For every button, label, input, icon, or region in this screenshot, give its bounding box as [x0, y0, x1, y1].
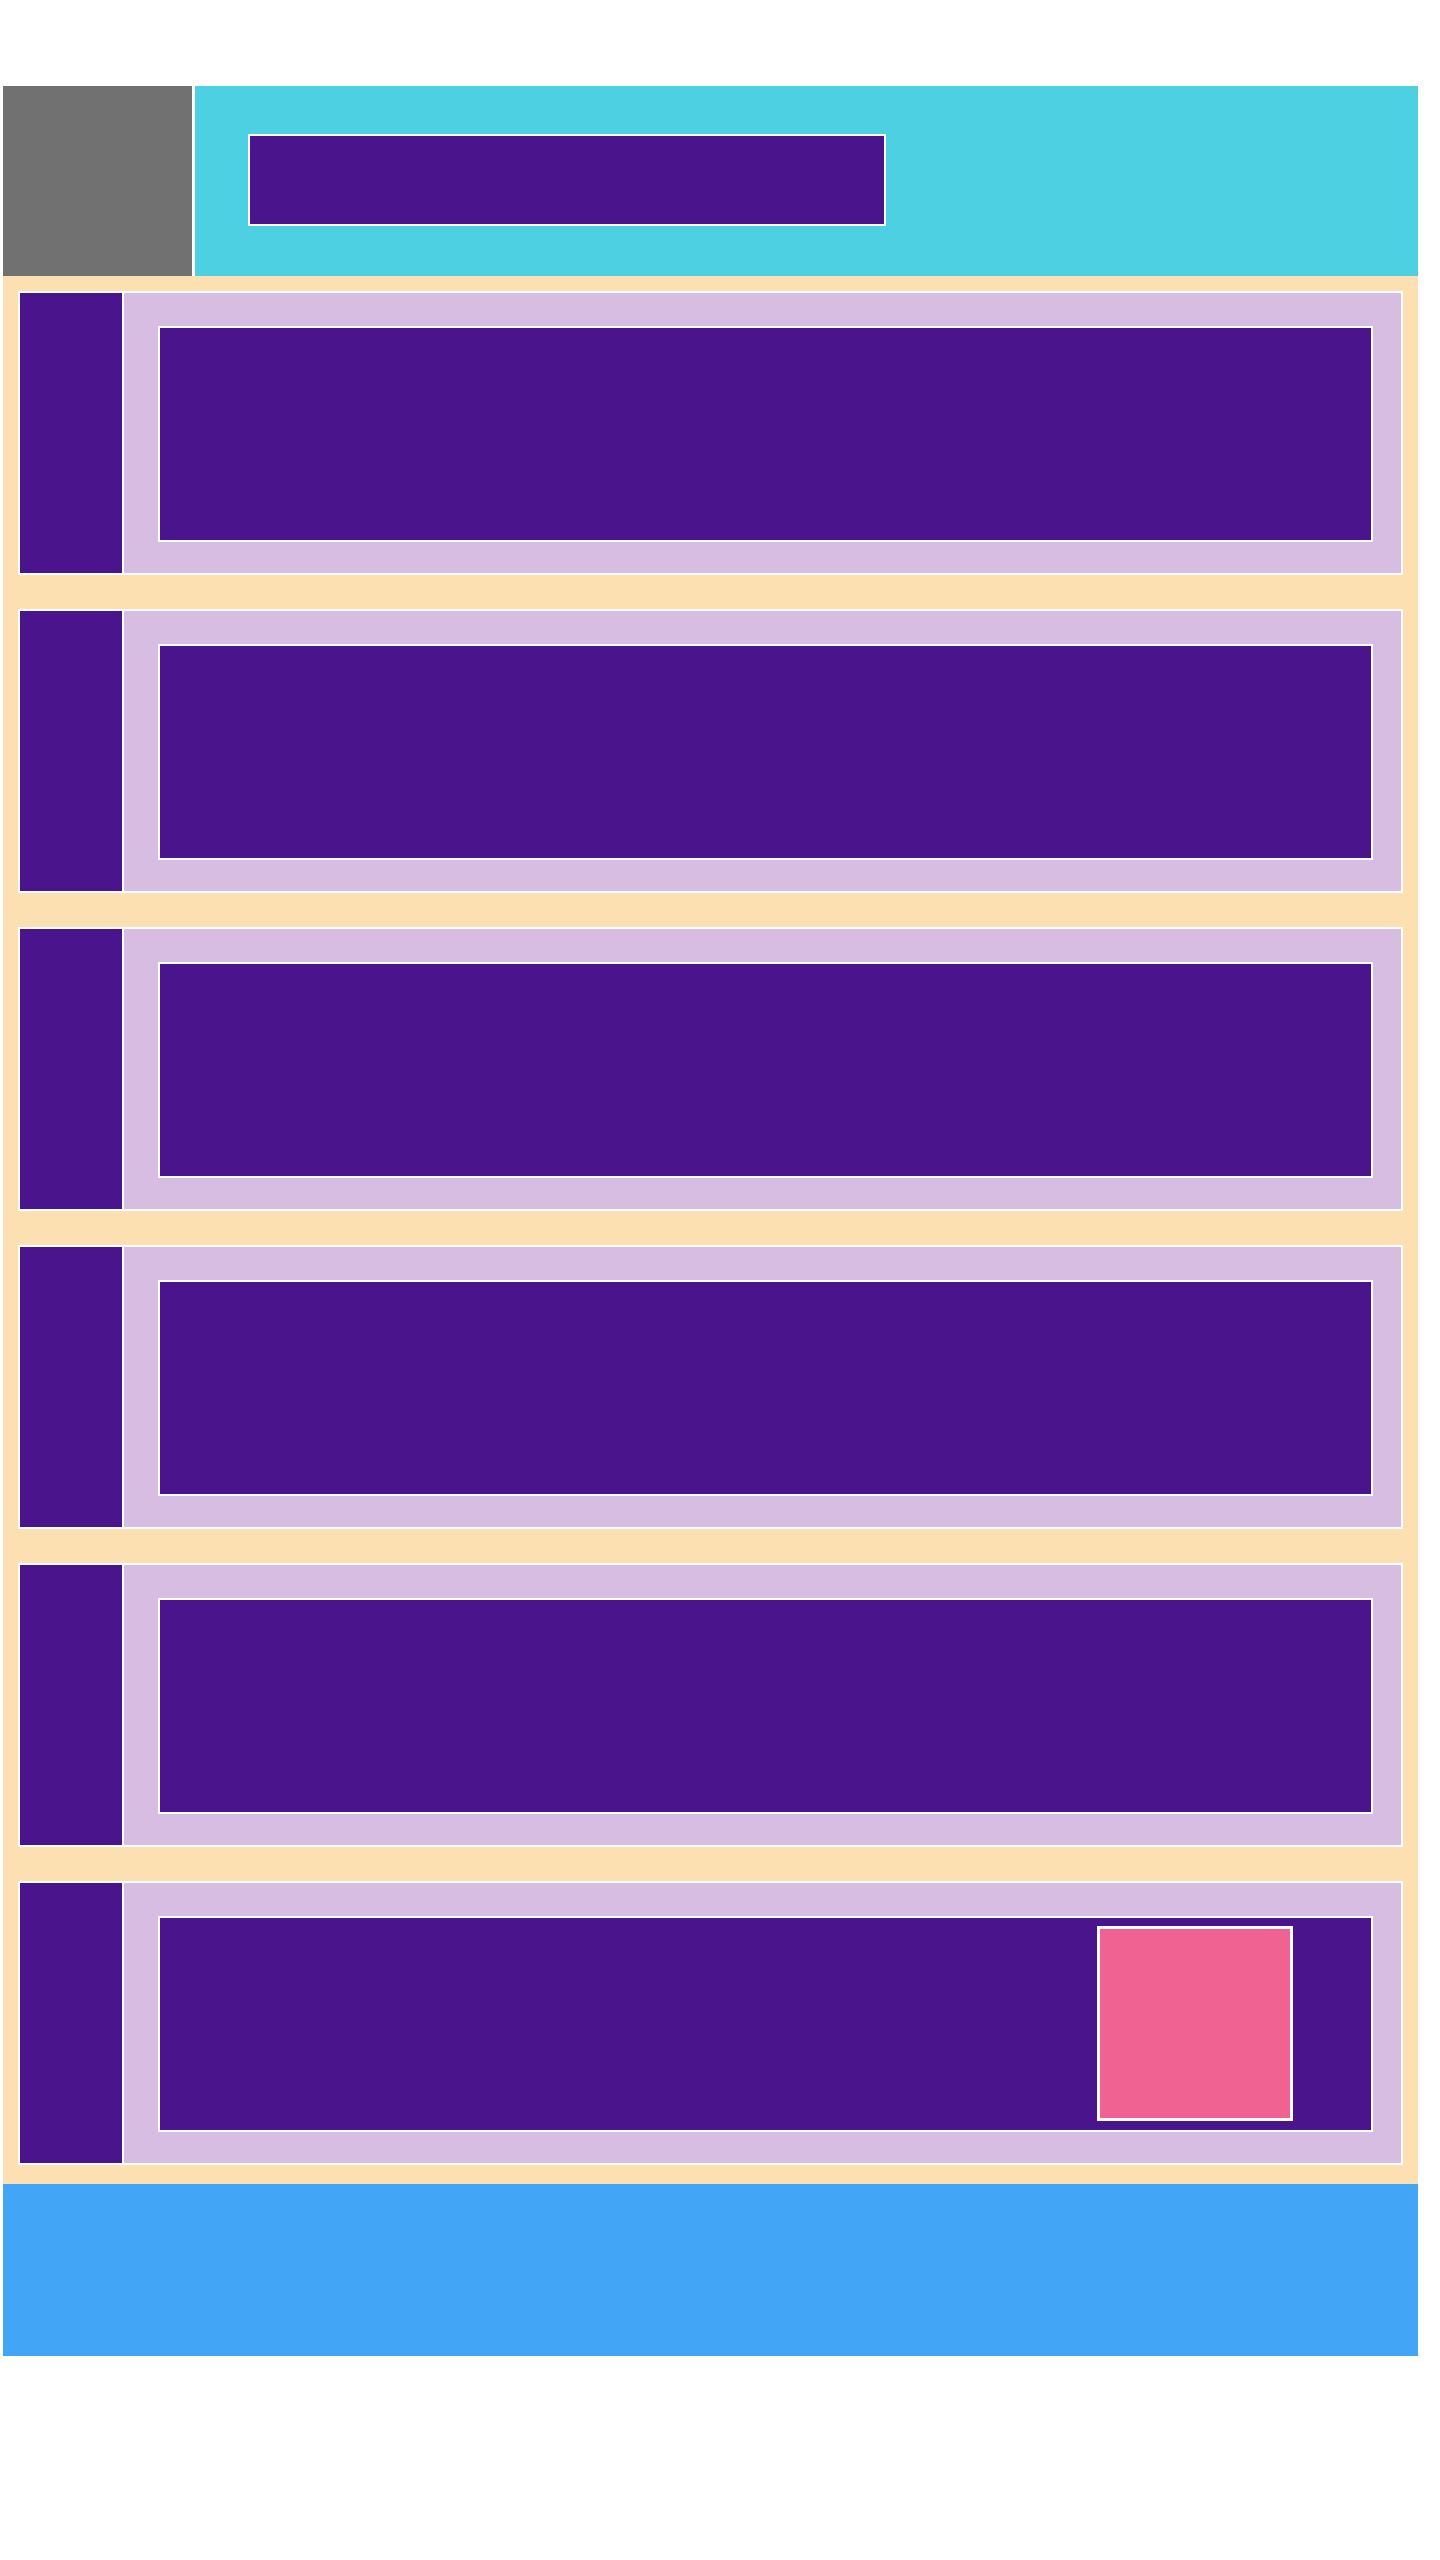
list-item-marker: [20, 1565, 124, 1845]
list-item-marker: [20, 929, 124, 1209]
list-item: [3, 594, 1418, 912]
header: [3, 86, 1418, 276]
list-item: [3, 1548, 1418, 1866]
avatar[interactable]: [3, 86, 195, 276]
list-item-content: [158, 962, 1373, 1178]
list-item-marker: [20, 293, 124, 573]
action-button[interactable]: [1097, 1926, 1293, 2121]
list-item-inner[interactable]: [18, 609, 1403, 893]
header-band: [195, 86, 1418, 276]
footer: [3, 2184, 1418, 2356]
list-item-content: [158, 1280, 1373, 1496]
list-item: [3, 276, 1418, 594]
list-item-content: [158, 326, 1373, 542]
list-item: [3, 912, 1418, 1230]
card-list: [3, 276, 1418, 2184]
list-item-content: [158, 1598, 1373, 1814]
list-item-inner[interactable]: [18, 291, 1403, 575]
list-item-marker: [20, 611, 124, 891]
list-item-inner[interactable]: [18, 927, 1403, 1211]
list-item: [3, 1866, 1418, 2184]
page-title: [248, 134, 886, 226]
list-item-marker: [20, 1883, 124, 2163]
list-item-inner[interactable]: [18, 1563, 1403, 1847]
list-item-inner[interactable]: [18, 1245, 1403, 1529]
list-item-marker: [20, 1247, 124, 1527]
list-item-inner[interactable]: [18, 1881, 1403, 2165]
app-frame: [3, 86, 1418, 2356]
list-item-content: [158, 644, 1373, 860]
list-item: [3, 1230, 1418, 1548]
